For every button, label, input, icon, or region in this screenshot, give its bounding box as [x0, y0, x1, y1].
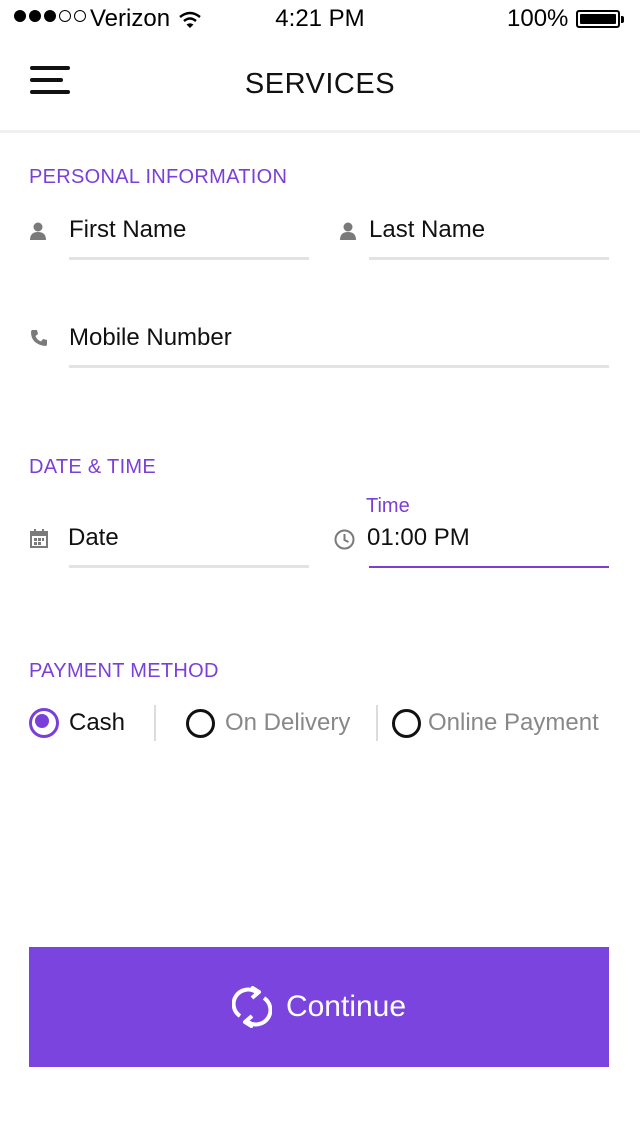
payment-option-on-delivery[interactable]: On Delivery	[186, 706, 350, 740]
input-underline	[69, 565, 309, 568]
calendar-icon	[30, 529, 48, 553]
person-icon	[30, 222, 46, 245]
app-header: SERVICES	[0, 38, 640, 133]
radio-unselected-icon	[392, 708, 421, 738]
input-underline	[369, 257, 609, 260]
continue-button[interactable]: Continue	[29, 947, 609, 1067]
input-underline	[69, 257, 309, 260]
last-name-placeholder: Last Name	[369, 216, 486, 243]
date-input[interactable]: Date	[68, 524, 309, 570]
mobile-number-placeholder: Mobile Number	[69, 324, 232, 351]
divider	[376, 705, 378, 741]
time-floating-label: Time	[366, 495, 410, 517]
payment-option-label: On Delivery	[225, 709, 351, 736]
last-name-input[interactable]: Last Name	[369, 216, 609, 262]
phone-icon	[30, 329, 48, 352]
refresh-icon	[231, 986, 272, 1028]
payment-option-online[interactable]: Online Payment	[392, 706, 599, 740]
payment-option-cash[interactable]: Cash	[29, 706, 125, 740]
continue-label: Continue	[285, 990, 407, 1023]
date-time-heading: DATE & TIME	[29, 456, 157, 478]
mobile-number-input[interactable]: Mobile Number	[69, 324, 609, 370]
clock-icon	[334, 529, 355, 555]
payment-option-label: Cash	[69, 709, 126, 736]
personal-info-heading: PERSONAL INFORMATION	[29, 166, 288, 188]
person-icon	[340, 222, 356, 245]
payment-method-heading: PAYMENT METHOD	[29, 660, 219, 682]
page-title: SERVICES	[244, 68, 396, 100]
input-underline-active	[369, 566, 609, 568]
status-bar: Verizon 4:21 PM 100%	[0, 0, 640, 38]
divider	[154, 705, 156, 741]
first-name-placeholder: First Name	[69, 216, 187, 243]
battery-icon	[576, 10, 624, 28]
date-placeholder: Date	[68, 524, 119, 551]
radio-selected-icon	[29, 708, 59, 738]
battery-percent: 100%	[507, 5, 569, 32]
first-name-input[interactable]: First Name	[69, 216, 309, 262]
input-underline	[69, 365, 609, 368]
time-value: 01:00 PM	[367, 524, 470, 551]
payment-option-label: Online Payment	[428, 709, 599, 736]
time-input[interactable]: 01:00 PM	[367, 524, 609, 570]
radio-unselected-icon	[186, 708, 215, 738]
